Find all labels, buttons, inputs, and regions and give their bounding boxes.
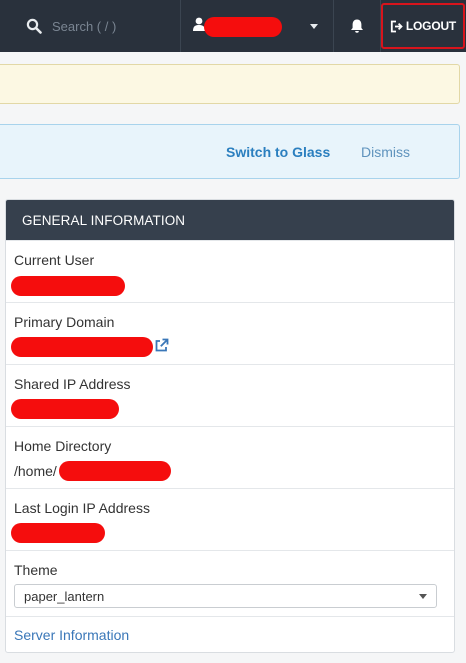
general-information-panel: GENERAL INFORMATION Current User Primary… [5,199,455,653]
primary-domain-label: Primary Domain [14,314,115,330]
theme-label: Theme [14,562,58,578]
external-link-icon[interactable] [154,338,169,353]
logout-button[interactable]: LOGOUT [381,3,465,49]
dismiss-link[interactable]: Dismiss [361,144,410,160]
warning-notice [0,64,460,104]
panel-title: GENERAL INFORMATION [6,200,454,240]
home-directory-row: Home Directory /home/ [6,426,454,488]
redacted-current-user [11,276,125,296]
shared-ip-label: Shared IP Address [14,376,131,392]
theme-notice: Switch to Glass Dismiss [0,124,460,179]
search-box[interactable]: Search ( / ) [0,0,180,52]
last-login-ip-label: Last Login IP Address [14,500,150,516]
redacted-username [204,17,282,37]
last-login-ip-row: Last Login IP Address [6,488,454,550]
shared-ip-row: Shared IP Address [6,364,454,426]
top-navigation-bar: Search ( / ) LOGOUT [0,0,466,52]
logout-label: LOGOUT [405,19,457,33]
chevron-down-icon [310,24,318,29]
primary-domain-row: Primary Domain [6,302,454,364]
user-menu-button[interactable] [181,0,333,52]
home-directory-prefix: /home/ [14,463,57,479]
redacted-shared-ip [11,399,119,419]
switch-to-glass-link[interactable]: Switch to Glass [226,144,330,160]
search-placeholder[interactable]: Search ( / ) [52,19,116,34]
current-user-row: Current User [6,240,454,302]
theme-select[interactable]: paper_lantern [14,584,437,608]
notifications-button[interactable] [334,0,380,52]
theme-selected-value: paper_lantern [24,589,105,604]
redacted-primary-domain[interactable] [11,337,153,357]
logout-icon [390,20,403,32]
home-directory-label: Home Directory [14,438,112,454]
chevron-down-icon [419,594,427,599]
search-icon [26,18,42,34]
server-information-link[interactable]: Server Information [14,627,129,643]
current-user-label: Current User [14,252,95,268]
redacted-home-directory [59,461,171,481]
bell-icon [351,19,363,33]
redacted-last-login-ip [11,523,105,543]
